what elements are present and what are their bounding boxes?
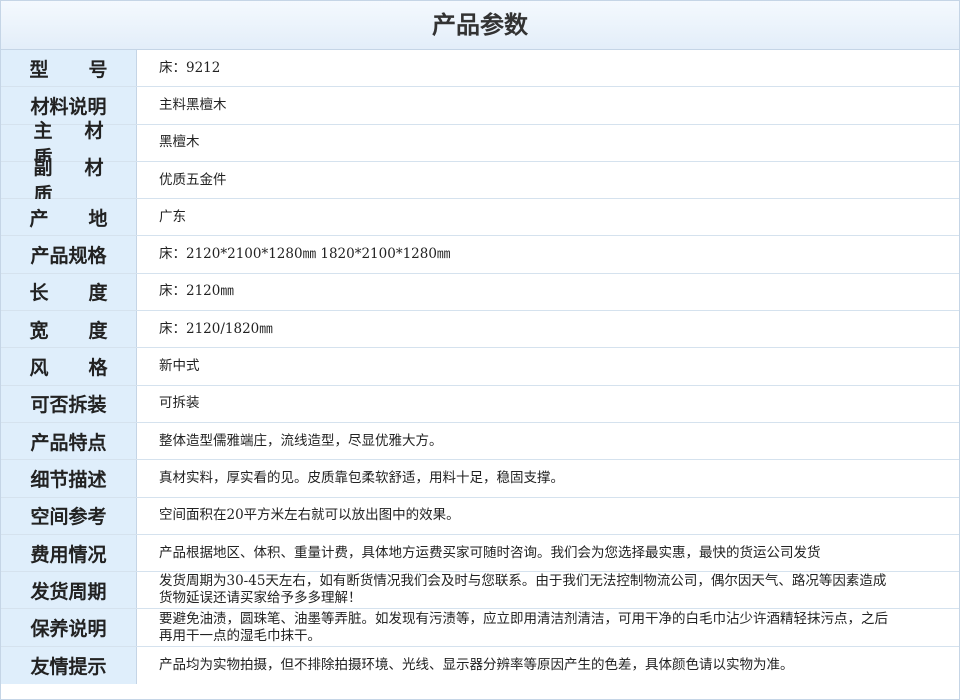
param-label: 副材质: [1, 157, 137, 206]
param-value: 整体造型儒雅端庄，流线造型，尽显优雅大方。: [159, 432, 443, 449]
param-label: 费用情况: [1, 534, 137, 572]
table-row: 风 格 新中式: [1, 348, 959, 386]
table-row: 费用情况 产品根据地区、体积、重量计费，具体地方运费买家可随时咨询。我们会为您选择…: [1, 534, 959, 573]
param-label-text: 费用情况: [30, 543, 107, 566]
param-label: 可否拆装: [1, 385, 137, 422]
param-value: 黑檀木: [159, 134, 200, 151]
param-value: 新中式: [159, 358, 200, 375]
table-row: 材料说明 主料黑檀木: [1, 87, 959, 125]
param-label-text: 可否拆装: [30, 394, 107, 417]
param-label-text: 友情提示: [30, 655, 107, 678]
param-value: 产品均为实物拍摄，但不排除拍摄环境、光线、显示器分辨率等原因产生的色差，具体颜色…: [159, 656, 794, 673]
param-label: 发货周期: [1, 572, 137, 609]
param-label-text: 长 度: [29, 282, 108, 305]
param-value: 主料黑檀木: [159, 96, 227, 113]
param-value: 床：2120㎜: [159, 283, 234, 300]
param-label: 长 度: [1, 273, 137, 311]
param-label-text: 产 地: [29, 207, 108, 230]
param-label: 宽 度: [1, 311, 137, 348]
table-row: 友情提示 产品均为实物拍摄，但不排除拍摄环境、光线、显示器分辨率等原因产生的色差，…: [1, 646, 959, 685]
param-value: 产品根据地区、体积、重量计费，具体地方运费买家可随时咨询。我们会为您选择最实惠，…: [159, 544, 821, 561]
param-value: 要避免油渍，圆珠笔、油墨等弄脏。如发现有污渍等，应立即用清洁剂清洁，可用干净的白…: [159, 610, 888, 644]
param-label: 空间参考: [1, 497, 137, 534]
table-row: 保养说明 要避免油渍，圆珠笔、油墨等弄脏。如发现有污渍等，应立即用清洁剂清洁，可用…: [1, 609, 959, 647]
param-label-text: 保养说明: [30, 618, 107, 641]
param-label-text: 风 格: [29, 357, 108, 380]
product-params-table: 产品参数 型 号 床：9212 材料说明 主料黑檀木 主材质 黑檀木 副材质 优质五金件产 地…: [0, 0, 960, 700]
table-row: 产品特点 整体造型儒雅端庄，流线造型，尽显优雅大方。: [1, 422, 959, 461]
param-value: 床：2120/1820㎜: [159, 320, 273, 337]
param-label-text: 宽 度: [29, 319, 108, 342]
table-row: 长 度 床：2120㎜: [1, 273, 959, 312]
table-row: 型 号 床：9212: [1, 50, 959, 88]
param-label: 风 格: [1, 348, 137, 385]
param-value: 广东: [159, 208, 186, 225]
param-value: 床：2120*2100*1280㎜ 1820*2100*1280㎜: [159, 246, 451, 263]
table-row: 空间参考 空间面积在20平方米左右就可以放出图中的效果。: [1, 497, 959, 535]
param-value: 发货周期为30-45天左右，如有断货情况我们会及时与您联系。由于我们无法控制物流…: [159, 573, 887, 607]
param-value: 空间面积在20平方米左右就可以放出图中的效果。: [159, 507, 460, 524]
param-value: 可拆装: [159, 395, 200, 412]
table-row: 宽 度 床：2120/1820㎜: [1, 311, 959, 349]
table-row: 主材质 黑檀木: [1, 120, 959, 169]
param-label: 友情提示: [1, 646, 137, 685]
param-label-text: 型 号: [29, 58, 108, 81]
param-value: 床：9212: [159, 59, 221, 76]
param-label: 产品特点: [1, 422, 137, 460]
param-label: 产 地: [1, 199, 137, 236]
param-label-text: 发货周期: [30, 580, 107, 603]
param-label: 产品规格: [1, 236, 137, 273]
table-row: 可否拆装 可拆装: [1, 385, 959, 423]
table-row: 产 地 广东: [1, 199, 959, 237]
table-row: 产品规格 床：2120*2100*1280㎜ 1820*2100*1280㎜: [1, 236, 959, 274]
table-row: 发货周期 发货周期为30-45天左右，如有断货情况我们会及时与您联系。由于我们无法…: [1, 572, 959, 610]
param-value: 真材实料，厚实看的见。皮质靠包柔软舒适，用料十足，稳固支撑。: [159, 469, 564, 486]
param-label: 型 号: [1, 50, 137, 87]
table-row: 副材质 优质五金件: [1, 157, 959, 206]
table-row: 细节描述 真材实料，厚实看的见。皮质靠包柔软舒适，用料十足，稳固支撑。: [1, 460, 959, 498]
param-label: 细节描述: [1, 460, 137, 497]
param-rows: 型 号 床：9212 材料说明 主料黑檀木 主材质 黑檀木 副材质 优质五金件产 地 广东产品规…: [1, 50, 959, 685]
param-label: 保养说明: [1, 609, 137, 646]
table-title: 产品参数: [1, 1, 959, 50]
param-label-text: 产品特点: [30, 431, 107, 454]
param-label-text: 细节描述: [30, 468, 107, 491]
param-label-text: 产品规格: [30, 245, 107, 268]
param-value: 优质五金件: [159, 171, 227, 188]
param-label-text: 空间参考: [30, 506, 107, 529]
